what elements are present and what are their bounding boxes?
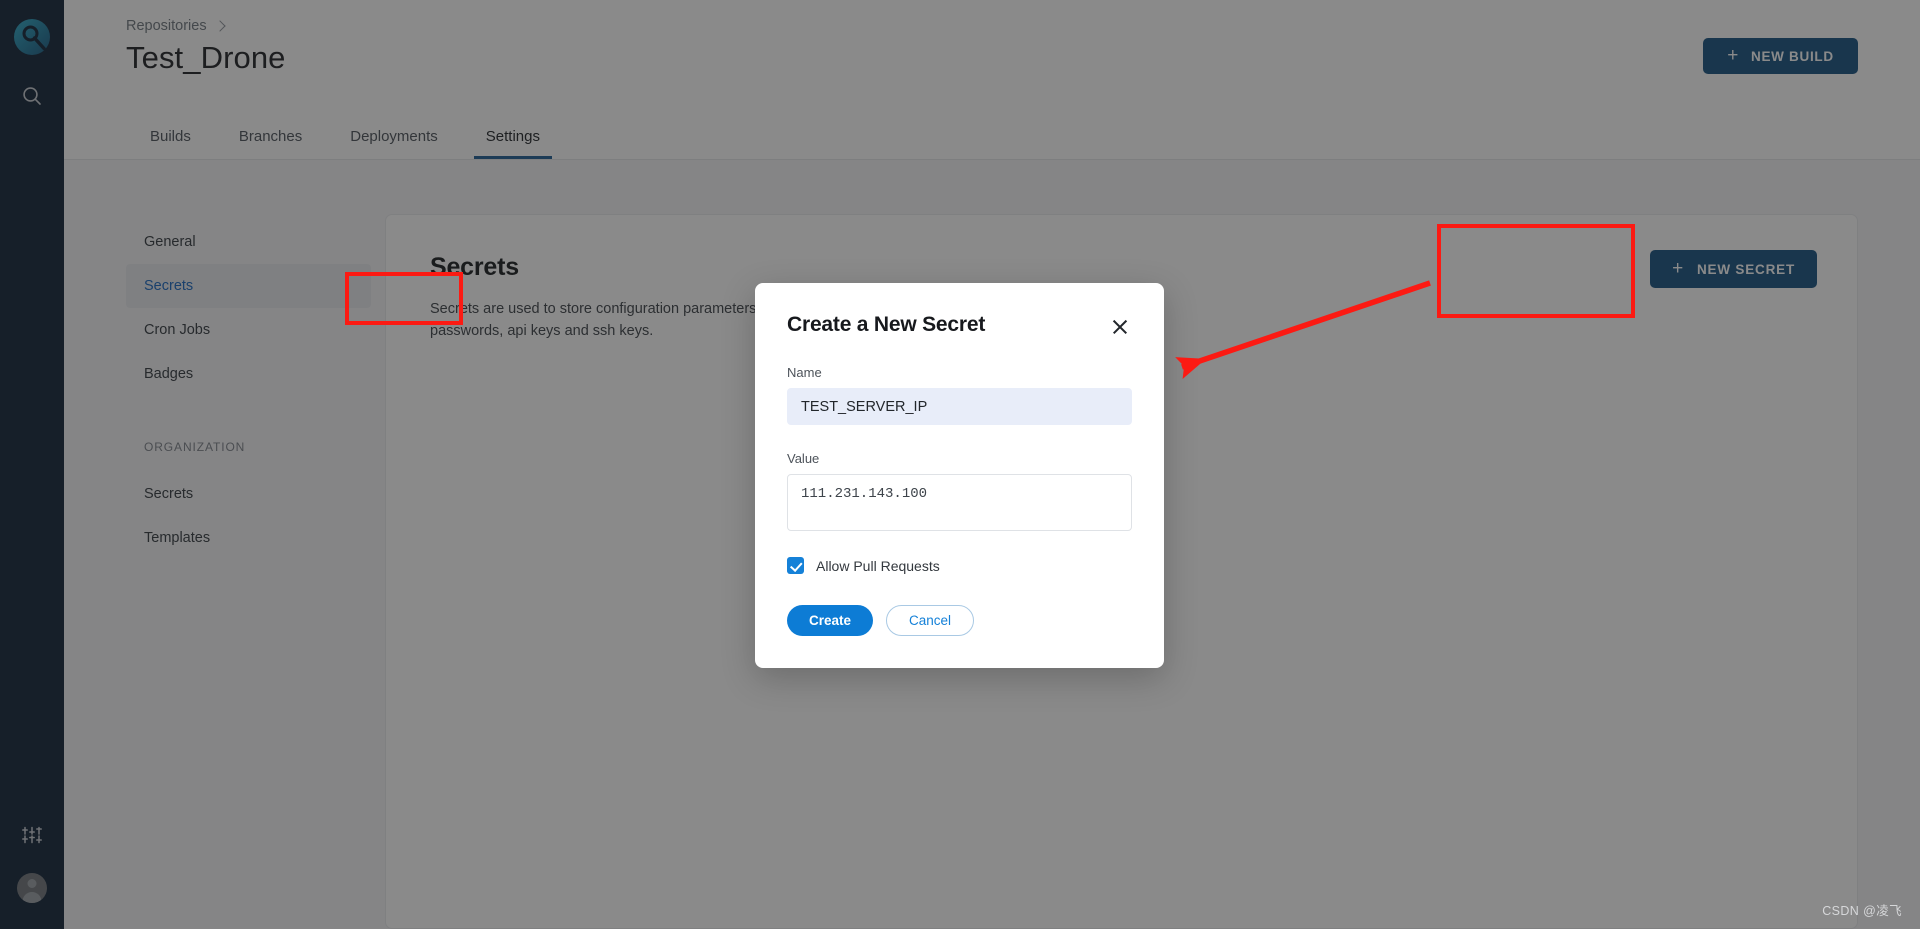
dialog-button-row: Create Cancel <box>787 605 1132 636</box>
name-label: Name <box>787 365 822 380</box>
create-button[interactable]: Create <box>787 605 874 636</box>
cancel-button[interactable]: Cancel <box>886 605 975 636</box>
allow-pull-requests-checkbox[interactable] <box>787 557 804 574</box>
secret-name-input[interactable] <box>787 388 1132 425</box>
create-secret-dialog: Create a New Secret Name Value Allow Pul… <box>755 283 1164 668</box>
app-root: Repositories Test_Drone Builds Branches … <box>0 0 1920 929</box>
watermark: CSDN @凌飞 <box>1822 904 1902 918</box>
allow-pull-requests-row: Allow Pull Requests <box>787 557 1132 574</box>
close-icon[interactable] <box>1108 315 1132 339</box>
dialog-header: Create a New Secret <box>787 313 1132 339</box>
allow-pull-requests-label: Allow Pull Requests <box>816 557 940 574</box>
value-label: Value <box>787 451 820 466</box>
secret-value-input[interactable] <box>787 474 1132 531</box>
dialog-title: Create a New Secret <box>787 313 986 336</box>
